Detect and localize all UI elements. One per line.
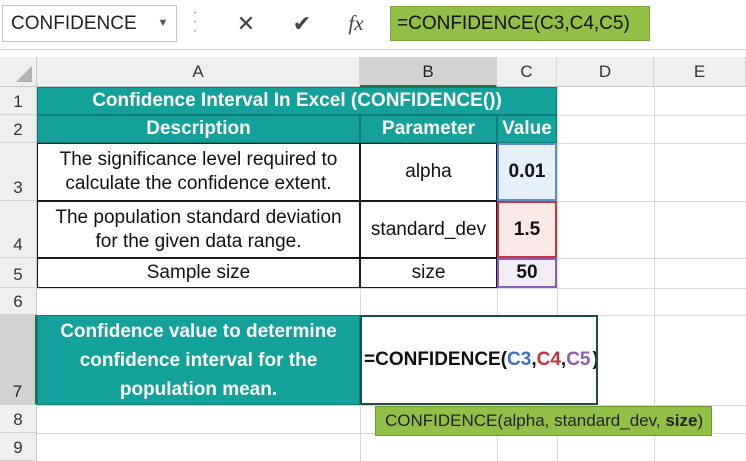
column-header-c[interactable]: C	[497, 57, 557, 87]
table-title[interactable]: Confidence Interval In Excel (CONFIDENCE…	[37, 87, 557, 115]
cell-b4[interactable]: standard_dev	[360, 201, 497, 258]
cell-c4[interactable]: 1.5	[497, 201, 557, 258]
cell-a5[interactable]: Sample size	[37, 258, 360, 288]
column-header-d[interactable]: D	[557, 57, 654, 87]
tooltip-args: alpha, standard_dev,	[503, 411, 666, 430]
row-header-9[interactable]: 9	[0, 433, 37, 461]
formula-ref-c3: C3	[507, 349, 532, 370]
column-header-e[interactable]: E	[654, 57, 746, 87]
formula-prefix: =CONFIDENCE(	[364, 349, 508, 370]
more-options-icon[interactable]: · · ·	[190, 5, 200, 39]
row-header-8[interactable]: 8	[0, 405, 37, 433]
tooltip-function-name[interactable]: CONFIDENCE(	[385, 411, 503, 430]
row-header-3[interactable]: 3	[0, 143, 37, 201]
column-header-a[interactable]: A	[37, 57, 360, 87]
formula-ref-c4: C4	[536, 349, 561, 370]
cell-c5[interactable]: 50	[497, 258, 557, 288]
row-header-2[interactable]: 2	[0, 115, 37, 143]
name-box[interactable]: CONFIDENCE	[2, 5, 177, 42]
cell-a3[interactable]: The significance level required to calcu…	[37, 143, 360, 201]
cancel-button[interactable]: ✕	[224, 5, 268, 42]
cell-b5[interactable]: size	[360, 258, 497, 288]
row-header-6[interactable]: 6	[0, 288, 37, 315]
header-value[interactable]: Value	[497, 115, 557, 143]
row-header-5[interactable]: 5	[0, 258, 37, 288]
cell-a4[interactable]: The population standard deviation for th…	[37, 201, 360, 258]
cell-a7[interactable]: Confidence value to determine confidence…	[37, 315, 360, 405]
function-tooltip[interactable]: CONFIDENCE(alpha, standard_dev, size)	[375, 406, 712, 436]
tooltip-close: )	[697, 411, 704, 430]
header-description[interactable]: Description	[37, 115, 360, 143]
select-all-triangle-icon	[16, 66, 32, 82]
formula-suffix: )	[593, 349, 597, 371]
cell-b7-editing[interactable]: =CONFIDENCE(C3,C4,C5)	[360, 315, 598, 405]
gridline	[37, 288, 746, 289]
tooltip-active-arg: size	[665, 411, 698, 430]
insert-function-button[interactable]: fx	[334, 5, 378, 42]
cell-b3[interactable]: alpha	[360, 143, 497, 201]
row-header-4[interactable]: 4	[0, 201, 37, 258]
row-header-7[interactable]: 7	[0, 315, 37, 405]
row-header-1[interactable]: 1	[0, 87, 37, 115]
formula-ref-c5: C5	[566, 349, 591, 370]
enter-button[interactable]: ✔	[280, 5, 324, 42]
header-parameter[interactable]: Parameter	[360, 115, 497, 143]
formula-input[interactable]: =CONFIDENCE(C3,C4,C5)	[390, 6, 650, 41]
chevron-down-icon[interactable]: ▼	[152, 5, 174, 42]
cell-c3[interactable]: 0.01	[497, 143, 557, 201]
column-header-b[interactable]: B	[360, 57, 497, 87]
